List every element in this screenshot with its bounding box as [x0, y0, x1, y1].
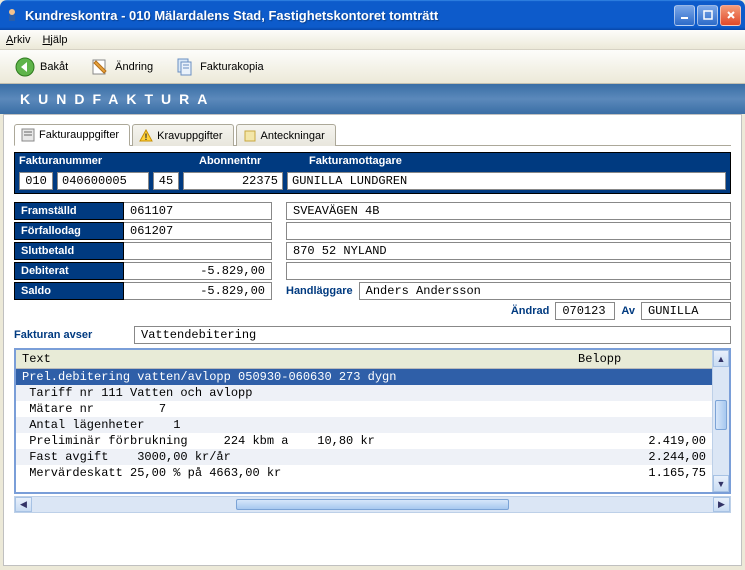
close-button[interactable]	[720, 5, 741, 26]
scroll-up-icon[interactable]: ▲	[713, 350, 729, 367]
list-row[interactable]: Tariff nr 111 Vatten och avlopp	[16, 385, 712, 401]
content-area: Fakturauppgifter ! Kravuppgifter Anteckn…	[3, 114, 742, 566]
edit-button[interactable]: Ändring	[81, 53, 162, 81]
menu-hjalp[interactable]: Hjälp	[42, 34, 67, 46]
val-fakturan-avser[interactable]: Vattendebitering	[134, 326, 731, 344]
back-button[interactable]: Bakåt	[6, 53, 77, 81]
invoice-lines-list: Text Belopp Prel.debitering vatten/avlop…	[14, 348, 731, 494]
scroll-left-icon[interactable]: ◀	[15, 497, 32, 512]
svg-text:!: !	[145, 132, 148, 142]
list-row[interactable]: Antal lägenheter 1	[16, 417, 712, 433]
lbl-av: Av	[621, 305, 635, 317]
addr4-field[interactable]	[286, 262, 731, 280]
row-belopp: 1.165,75	[576, 466, 706, 480]
col-abonnentnr: Abonnentnr	[199, 155, 309, 167]
toolbar: Bakåt Ändring Fakturakopia	[0, 50, 745, 84]
menubar: Arkiv Hjälp	[0, 30, 745, 50]
menu-arkiv[interactable]: Arkiv	[6, 34, 30, 46]
lbl-debiterat: Debiterat	[14, 262, 124, 280]
abonnentnr-field[interactable]: 22375	[183, 172, 283, 190]
col-fakturamottagare: Fakturamottagare	[309, 155, 726, 167]
app-icon	[4, 7, 20, 23]
lbl-saldo: Saldo	[14, 282, 124, 300]
addr2-field[interactable]	[286, 222, 731, 240]
vertical-scrollbar[interactable]: ▲ ▼	[712, 350, 729, 492]
tab-fakturauppgifter[interactable]: Fakturauppgifter	[14, 124, 130, 146]
list-row[interactable]: Preliminär förbrukning 224 kbm a 10,80 k…	[16, 433, 712, 449]
copy-invoice-label: Fakturakopia	[200, 61, 264, 73]
tab-label: Kravuppgifter	[157, 130, 222, 142]
tab-label: Anteckningar	[261, 130, 325, 142]
minimize-button[interactable]	[674, 5, 695, 26]
scroll-right-icon[interactable]: ▶	[713, 497, 730, 512]
mottagare-field[interactable]: GUNILLA LUNDGREN	[287, 172, 726, 190]
edit-icon	[90, 57, 110, 77]
tab-label: Fakturauppgifter	[39, 129, 119, 141]
row-text: Prel.debitering vatten/avlopp 050930-060…	[22, 370, 576, 384]
col-fakturanummer: Fakturanummer	[19, 155, 199, 167]
row-belopp	[576, 402, 706, 416]
hscroll-thumb[interactable]	[236, 499, 508, 510]
notes-icon	[243, 129, 257, 143]
lbl-forfallodag: Förfallodag	[14, 222, 124, 240]
scroll-down-icon[interactable]: ▼	[713, 475, 729, 492]
form-icon	[21, 128, 35, 142]
faknr-part1[interactable]: 010	[19, 172, 53, 190]
list-row[interactable]: Mervärdeskatt 25,00 % på 4663,00 kr1.165…	[16, 465, 712, 481]
page-banner: KUNDFAKTURA	[0, 84, 745, 114]
val-forfallodag[interactable]: 061207	[124, 222, 272, 240]
warning-icon: !	[139, 129, 153, 143]
row-text: Preliminär förbrukning 224 kbm a 10,80 k…	[22, 434, 576, 448]
addr1-field[interactable]: SVEAVÄGEN 4B	[286, 202, 731, 220]
row-text: Antal lägenheter 1	[22, 418, 576, 432]
row-belopp: 2.419,00	[576, 434, 706, 448]
copy-invoice-button[interactable]: Fakturakopia	[166, 53, 273, 81]
copy-icon	[175, 57, 195, 77]
edit-label: Ändring	[115, 61, 153, 73]
row-text: Mervärdeskatt 25,00 % på 4663,00 kr	[22, 466, 576, 480]
lbl-fakturan-avser: Fakturan avser	[14, 329, 124, 341]
val-andrad: 070123	[555, 302, 615, 320]
row-text: Fast avgift 3000,00 kr/år	[22, 450, 576, 464]
lbl-framstalld: Framställd	[14, 202, 124, 220]
horizontal-scrollbar[interactable]: ◀ ▶	[14, 496, 731, 513]
back-label: Bakåt	[40, 61, 68, 73]
val-av: GUNILLA	[641, 302, 731, 320]
list-row[interactable]: Prel.debitering vatten/avlopp 050930-060…	[16, 369, 712, 385]
maximize-button[interactable]	[697, 5, 718, 26]
tab-kravuppgifter[interactable]: ! Kravuppgifter	[132, 124, 233, 146]
back-icon	[15, 57, 35, 77]
faknr-part3[interactable]: 45	[153, 172, 179, 190]
lbl-slutbetald: Slutbetald	[14, 242, 124, 260]
row-text: Tariff nr 111 Vatten och avlopp	[22, 386, 576, 400]
scroll-thumb[interactable]	[715, 400, 727, 430]
tab-strip: Fakturauppgifter ! Kravuppgifter Anteckn…	[14, 123, 731, 146]
row-belopp	[576, 370, 706, 384]
list-row[interactable]: Fast avgift 3000,00 kr/år2.244,00	[16, 449, 712, 465]
row-belopp: 2.244,00	[576, 450, 706, 464]
val-saldo: -5.829,00	[124, 282, 272, 300]
lbl-handlaggare: Handläggare	[286, 285, 353, 297]
addr3-field[interactable]: 870 52 NYLAND	[286, 242, 731, 260]
val-framstalld[interactable]: 061107	[124, 202, 272, 220]
titlebar: Kundreskontra - 010 Mälardalens Stad, Fa…	[0, 0, 745, 30]
row-text: Mätare nr 7	[22, 402, 576, 416]
val-debiterat: -5.829,00	[124, 262, 272, 280]
invoice-header-section: Fakturanummer Abonnentnr Fakturamottagar…	[14, 152, 731, 194]
window-title: Kundreskontra - 010 Mälardalens Stad, Fa…	[25, 8, 674, 23]
list-col-text[interactable]: Text	[16, 350, 572, 368]
tab-anteckningar[interactable]: Anteckningar	[236, 124, 336, 146]
row-belopp	[576, 386, 706, 400]
val-handlaggare[interactable]: Anders Andersson	[359, 282, 731, 300]
row-belopp	[576, 418, 706, 432]
faknr-part2[interactable]: 040600005	[57, 172, 149, 190]
val-slutbetald[interactable]	[124, 242, 272, 260]
list-row[interactable]: Mätare nr 7	[16, 401, 712, 417]
list-col-belopp[interactable]: Belopp	[572, 350, 712, 368]
lbl-andrad: Ändrad	[511, 305, 550, 317]
